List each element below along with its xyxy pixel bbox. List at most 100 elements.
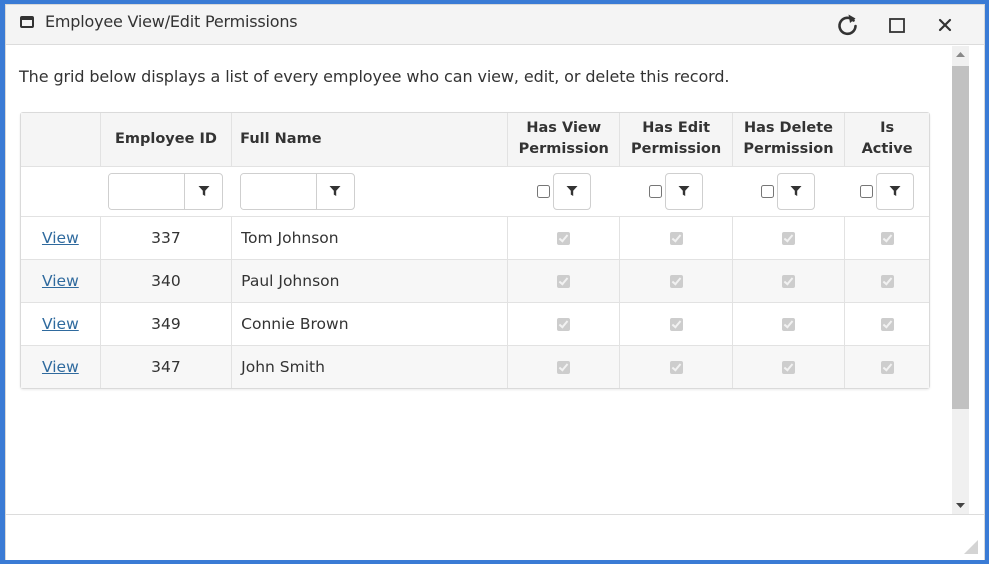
employee-id-cell: 337 [100, 216, 233, 260]
resize-grip-icon[interactable] [964, 540, 978, 554]
has-edit-filter-checkbox[interactable] [649, 184, 663, 198]
is-active-filter-button[interactable] [875, 172, 914, 210]
filter-cell-has-delete [732, 166, 845, 217]
filter-icon [566, 186, 578, 196]
has-delete-cell [732, 259, 846, 303]
employee-id-filter-input[interactable] [109, 173, 186, 209]
header-line: Has Edit [642, 120, 711, 137]
column-header-employee-id[interactable]: Employee ID [100, 113, 233, 167]
has-edit-checkbox [669, 317, 683, 331]
permissions-grid: Employee ID Full Name Has View Permissio… [20, 112, 930, 389]
action-cell: View [21, 259, 101, 303]
is-active-cell [844, 345, 929, 388]
column-header-has-view[interactable]: Has View Permission [507, 113, 621, 167]
header-line: Has View [526, 120, 602, 137]
full-name-filter-input[interactable] [240, 173, 317, 209]
full-name-filter-button[interactable] [317, 174, 354, 209]
header-line: Permission [631, 141, 722, 158]
employee-id-filter-button[interactable] [185, 174, 222, 209]
maximize-icon [889, 18, 905, 33]
has-edit-cell [619, 259, 733, 303]
has-edit-cell [619, 216, 733, 260]
has-edit-cell [619, 302, 733, 346]
has-view-checkbox [557, 274, 571, 288]
is-active-checkbox [880, 317, 894, 331]
filter-icon [790, 186, 802, 196]
filter-icon [889, 186, 901, 196]
table-row: View 340 Paul Johnson [21, 259, 929, 303]
full-name-filter [239, 172, 355, 210]
refresh-button[interactable] [834, 11, 862, 39]
has-delete-cell [732, 302, 846, 346]
has-delete-checkbox [781, 274, 795, 288]
column-header-has-delete[interactable]: Has Delete Permission [732, 113, 846, 167]
has-view-filter-checkbox[interactable] [536, 184, 550, 198]
column-header-full-name[interactable]: Full Name [231, 113, 509, 167]
employee-id-cell: 347 [100, 345, 233, 388]
window-icon [20, 16, 34, 28]
has-edit-cell [619, 345, 733, 388]
has-delete-filter-button[interactable] [777, 172, 816, 210]
header-line: Has Delete [743, 120, 833, 137]
filter-row [21, 166, 929, 217]
is-active-checkbox [880, 360, 894, 374]
close-icon [938, 18, 952, 32]
has-delete-checkbox [781, 231, 795, 245]
header-line: Permission [518, 141, 609, 158]
employee-id-cell: 349 [100, 302, 233, 346]
table-row: View 337 Tom Johnson [21, 216, 929, 260]
vertical-scrollbar[interactable] [952, 46, 969, 514]
has-delete-checkbox [781, 360, 795, 374]
filter-icon [198, 186, 210, 196]
has-delete-filter-checkbox[interactable] [761, 184, 775, 198]
is-active-cell [844, 259, 929, 303]
filter-cell-empty [21, 166, 101, 217]
full-name-cell: Paul Johnson [231, 259, 509, 303]
table-row: View 349 Connie Brown [21, 302, 929, 346]
filter-cell-has-view [507, 166, 620, 217]
has-view-cell [507, 259, 621, 303]
scroll-up-button[interactable] [952, 46, 969, 63]
has-view-filter-button[interactable] [552, 172, 591, 210]
maximize-button[interactable] [883, 11, 911, 39]
has-view-cell [507, 345, 621, 388]
has-edit-checkbox [669, 360, 683, 374]
dialog-footer [6, 514, 984, 560]
view-link[interactable]: View [42, 315, 79, 333]
refresh-icon [838, 14, 857, 36]
scroll-down-button[interactable] [952, 497, 969, 514]
title-bar[interactable]: Employee View/Edit Permissions [6, 5, 984, 45]
table-row: View 347 John Smith [21, 345, 929, 388]
employee-id-filter [108, 172, 224, 210]
action-cell: View [21, 216, 101, 260]
has-delete-checkbox [781, 317, 795, 331]
dialog-content: The grid below displays a list of every … [6, 46, 952, 514]
full-name-cell: John Smith [231, 345, 509, 388]
close-button[interactable] [931, 11, 959, 39]
view-link[interactable]: View [42, 358, 79, 376]
scroll-up-arrow-icon [956, 52, 965, 57]
column-header-is-active[interactable]: Is Active [844, 113, 929, 167]
scroll-down-arrow-icon [956, 503, 965, 508]
has-edit-filter-button[interactable] [665, 172, 704, 210]
permissions-dialog: Employee View/Edit Permissions The grid … [5, 4, 985, 560]
has-view-cell [507, 302, 621, 346]
column-header-has-edit[interactable]: Has Edit Permission [619, 113, 733, 167]
has-view-cell [507, 216, 621, 260]
dialog-title: Employee View/Edit Permissions [45, 12, 298, 31]
has-edit-checkbox [669, 231, 683, 245]
action-cell: View [21, 302, 101, 346]
is-active-checkbox [880, 231, 894, 245]
is-active-cell [844, 216, 929, 260]
is-active-checkbox [880, 274, 894, 288]
has-view-checkbox [557, 231, 571, 245]
has-view-checkbox [557, 317, 571, 331]
view-link[interactable]: View [42, 229, 79, 247]
filter-cell-has-edit [619, 166, 733, 217]
has-edit-checkbox [669, 274, 683, 288]
view-link[interactable]: View [42, 272, 79, 290]
action-cell: View [21, 345, 101, 388]
filter-icon [678, 186, 690, 196]
scrollbar-thumb[interactable] [952, 66, 969, 409]
is-active-filter-checkbox[interactable] [859, 184, 873, 198]
